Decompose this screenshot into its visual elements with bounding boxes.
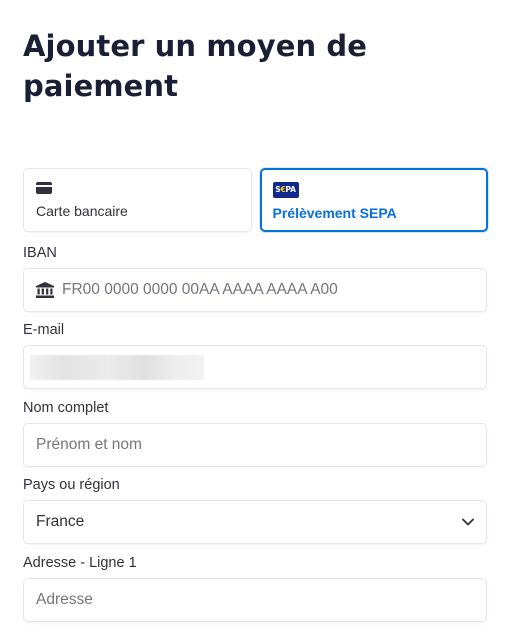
tab-card-label: Carte bancaire <box>36 203 128 219</box>
tab-card[interactable]: Carte bancaire <box>23 168 252 232</box>
credit-card-icon <box>36 182 52 194</box>
full-name-placeholder: Prénom et nom <box>36 436 142 453</box>
iban-input[interactable]: FR00 0000 0000 00AA AAAA AAAA A00 <box>23 268 487 312</box>
email-label: E-mail <box>23 322 65 338</box>
sepa-logo-icon: S€PA <box>272 182 299 198</box>
full-name-input[interactable]: Prénom et nom <box>23 423 487 467</box>
page-title: Ajouter un moyen de paiement <box>23 29 368 103</box>
address-line1-label: Adresse - Ligne 1 <box>23 555 137 571</box>
tab-sepa-label: Prélèvement SEPA <box>272 205 397 221</box>
address-line1-input[interactable]: Adresse <box>23 578 487 622</box>
country-field-group: Pays ou région France <box>23 476 488 544</box>
email-value-redacted <box>30 354 204 380</box>
country-label: Pays ou région <box>23 477 120 493</box>
iban-placeholder: FR00 0000 0000 00AA AAAA AAAA A00 <box>62 281 338 298</box>
full-name-label: Nom complet <box>23 400 109 416</box>
chevron-down-icon <box>462 518 474 526</box>
country-select[interactable]: France <box>23 500 487 544</box>
email-field-group: E-mail <box>23 321 488 389</box>
name-field-group: Nom complet Prénom et nom <box>23 399 488 467</box>
address-field-group: Adresse - Ligne 1 Adresse <box>23 554 488 622</box>
address-line1-placeholder: Adresse <box>36 591 93 608</box>
iban-field-group: IBAN FR00 0000 0000 00AA AAAA AAAA A00 <box>23 244 488 312</box>
country-value: France <box>36 513 85 530</box>
payment-method-tabs: Carte bancaire S€PA Prélèvement SEPA <box>23 168 488 232</box>
bank-icon <box>36 282 54 298</box>
iban-label: IBAN <box>23 245 57 261</box>
payment-method-form: Ajouter un moyen de paiement Carte banca… <box>0 0 507 637</box>
email-input[interactable] <box>23 345 487 389</box>
tab-sepa[interactable]: S€PA Prélèvement SEPA <box>259 168 488 232</box>
